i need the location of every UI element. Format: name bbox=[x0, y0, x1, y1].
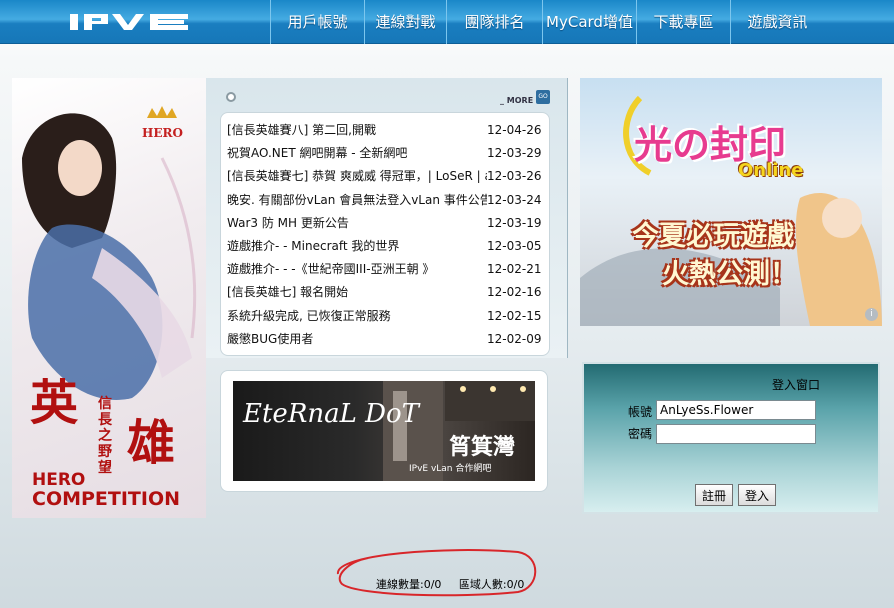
news-item[interactable]: 晚安. 有關部份vLan 會員無法登入vLan 事件公告 12-03-24 bbox=[227, 189, 543, 212]
partner-subtitle: IPvE vLan 合作網吧 bbox=[409, 464, 492, 474]
area-user-count: 區域人數:0/0 bbox=[458, 578, 525, 591]
login-button[interactable]: 登入 bbox=[738, 484, 777, 506]
news-item[interactable]: War3 防 MH 更新公告 12-03-19 bbox=[227, 212, 543, 235]
footer-stats: 連線數量:0/0 區域人數:0/0 bbox=[376, 576, 538, 592]
partner-cafe-banner[interactable]: EteRnaL DoT 筲箕灣 IPvE vLan 合作網吧 bbox=[233, 381, 535, 481]
ad-tagline-2: 火熱公測！ bbox=[662, 259, 797, 290]
hero-title-char-2: 雄 bbox=[127, 415, 176, 471]
ipve-logo[interactable] bbox=[68, 10, 190, 34]
game-ad-banner[interactable]: 光の封印 Online 今夏必玩遊戲 火熱公測！ i bbox=[580, 78, 882, 326]
partner-name: 筲箕灣 bbox=[449, 435, 516, 460]
hero-badge: HERO bbox=[142, 126, 183, 140]
top-nav-bar: 用戶帳號 連線對戰 團隊排名 MyCard增值 下載專區 遊戲資訊 bbox=[0, 0, 894, 44]
hero-subtitle: 信長之野望 bbox=[98, 396, 112, 476]
more-link[interactable]: _ MORE bbox=[500, 96, 533, 105]
hero-competition-banner[interactable]: HERO 英 雄 信長之野望 HERO COMPETITION bbox=[12, 78, 206, 518]
news-list: [信長英雄賽八] 第二回,開戰 12-04-26 祝賀AO.NET 網吧開幕 - … bbox=[220, 112, 550, 356]
hero-label: HERO bbox=[32, 470, 86, 490]
account-label: 帳號 bbox=[628, 405, 653, 419]
news-item[interactable]: 嚴懲BUG使用者 12-02-09 bbox=[227, 328, 543, 351]
info-icon[interactable]: i bbox=[865, 308, 878, 321]
news-item[interactable]: 遊戲推介- - -《世紀帝國III-亞洲王朝 》 12-02-21 bbox=[227, 258, 543, 281]
connection-count: 連線數量:0/0 bbox=[376, 578, 442, 591]
login-title: 登入窗口 bbox=[772, 378, 821, 392]
ad-tagline-1: 今夏必玩遊戲 bbox=[632, 221, 794, 252]
news-item[interactable]: 遊戲推介- - Minecraft 我的世界 12-03-05 bbox=[227, 235, 543, 258]
nav-downloads[interactable]: 下載專區 bbox=[636, 0, 730, 44]
news-bullet-icon bbox=[226, 92, 236, 102]
password-label: 密碼 bbox=[628, 427, 653, 441]
nav-online-battle[interactable]: 連線對戰 bbox=[364, 0, 446, 44]
news-item[interactable]: [信長英雄賽七] 恭賀 爽威威 得冠軍，| LoSeR | a 12-03-26 bbox=[227, 165, 543, 188]
login-panel: 登入窗口 帳號 密碼 註冊 登入 bbox=[582, 362, 880, 514]
main-nav: 用戶帳號 連線對戰 團隊排名 MyCard增值 下載專區 遊戲資訊 bbox=[270, 0, 824, 44]
nav-user-account[interactable]: 用戶帳號 bbox=[270, 0, 364, 44]
nav-game-info[interactable]: 遊戲資訊 bbox=[730, 0, 824, 44]
news-item[interactable]: 系統升級完成, 已恢復正常服務 12-02-15 bbox=[227, 305, 543, 328]
partner-logo: EteRnaL DoT bbox=[243, 399, 420, 429]
go-button[interactable]: GO bbox=[536, 90, 550, 104]
password-input[interactable] bbox=[656, 424, 816, 444]
partner-panel: EteRnaL DoT 筲箕灣 IPvE vLan 合作網吧 bbox=[220, 370, 548, 492]
nav-mycard-topup[interactable]: MyCard增值 bbox=[542, 0, 636, 44]
hero-title-char-1: 英 bbox=[30, 375, 79, 431]
news-item[interactable]: 祝賀AO.NET 網吧開幕 - 全新網吧 12-03-29 bbox=[227, 142, 543, 165]
account-input[interactable] bbox=[656, 400, 816, 420]
competition-label: COMPETITION bbox=[32, 488, 181, 510]
ad-online-label: Online bbox=[738, 160, 804, 181]
nav-team-ranking[interactable]: 團隊排名 bbox=[446, 0, 542, 44]
news-item[interactable]: [信長英雄賽八] 第二回,開戰 12-04-26 bbox=[227, 119, 543, 142]
news-item[interactable]: [信長英雄七] 報名開始 12-02-16 bbox=[227, 281, 543, 304]
register-button[interactable]: 註冊 bbox=[695, 484, 734, 506]
news-panel: _ MORE GO [信長英雄賽八] 第二回,開戰 12-04-26 祝賀AO.N… bbox=[206, 78, 568, 358]
